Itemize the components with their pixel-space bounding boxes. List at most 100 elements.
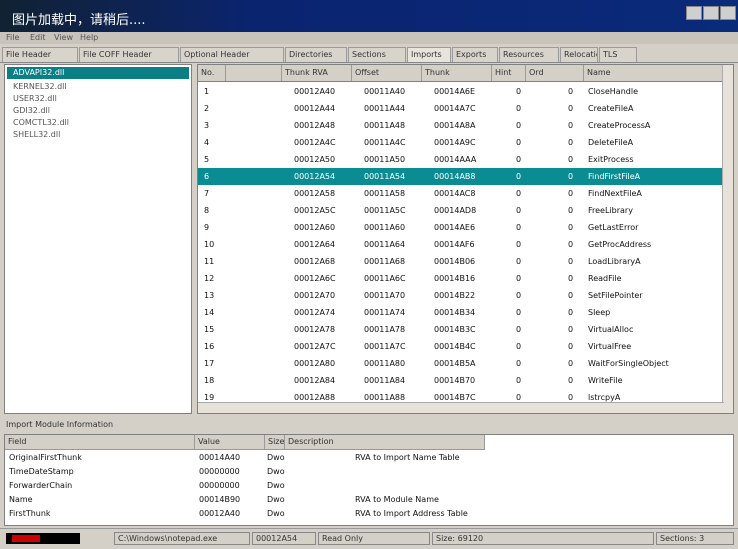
tab-tls[interactable]: TLS [599, 47, 637, 62]
maximize-button[interactable] [703, 6, 719, 20]
cell-rva: 00012A74 [294, 308, 336, 317]
tab-optional-header[interactable]: Optional Header [180, 47, 284, 62]
cell-ord: 0 [568, 257, 574, 266]
table-row[interactable]: 9 00012A60 00011A60 00014AE6 0 0 GetLastError [198, 219, 724, 236]
table-row[interactable]: 7 00012A58 00011A58 00014AC8 0 0 FindNextFileA [198, 185, 724, 202]
cell-hint: 0 [516, 155, 522, 164]
info-col-field[interactable]: Field [5, 435, 195, 449]
cell-offset: 00011A48 [364, 121, 406, 130]
cell-name: Sleep [588, 308, 611, 317]
cell-rva: 00012A64 [294, 240, 336, 249]
tab-relocations[interactable]: Relocations [560, 47, 598, 62]
info-col-size[interactable]: Size [265, 435, 285, 449]
cell-thunk: 00014AC8 [434, 189, 476, 198]
info-col-value[interactable]: Value [195, 435, 265, 449]
cell-ord: 0 [568, 155, 574, 164]
cell-hint: 0 [516, 257, 522, 266]
table-row[interactable]: 17 00012A80 00011A80 00014B5A 0 0 WaitForSingl… [198, 355, 724, 372]
cell-no: 15 [204, 325, 215, 334]
info-row[interactable]: TimeDateStamp 00000000 Dword [5, 465, 485, 479]
cell-thunk: 00014AD8 [434, 206, 477, 215]
info-cell-size: Dword [267, 509, 285, 518]
tab-directories[interactable]: Directories [285, 47, 347, 62]
table-row[interactable]: 2 00012A44 00011A44 00014A7C 0 0 CreateFileA [198, 100, 724, 117]
cell-hint: 0 [516, 87, 522, 96]
info-row[interactable]: OriginalFirstThunk 00014A40 Dword RVA to Im… [5, 451, 485, 465]
table-row[interactable]: 16 00012A7C 00011A7C 00014B4C 0 0 VirtualFree [198, 338, 724, 355]
info-cell-value: 00014A40 [199, 453, 241, 462]
info-row[interactable]: ForwarderChain 00000000 Dword [5, 479, 485, 493]
table-row[interactable]: 6 00012A54 00011A54 00014AB8 0 0 FindFirstFile… [198, 168, 724, 185]
vertical-scrollbar[interactable] [722, 65, 733, 413]
tree-item[interactable]: COMCTL32.dll [13, 117, 69, 129]
tab-imports[interactable]: Imports [407, 47, 451, 62]
info-cell-size: Dword [267, 453, 285, 462]
table-row[interactable]: 1 00012A40 00011A40 00014A6E 0 0 CloseHandle [198, 83, 724, 100]
info-row[interactable]: FirstThunk 00012A40 Dword RVA to Import Add… [5, 507, 485, 521]
tree-item[interactable]: KERNEL32.dll [13, 81, 67, 93]
cell-rva: 00012A5C [294, 206, 336, 215]
cell-ord: 0 [568, 240, 574, 249]
col-thunk-rva[interactable]: Thunk RVA [282, 65, 352, 81]
close-button[interactable] [720, 6, 736, 20]
tab-exports[interactable]: Exports [452, 47, 498, 62]
tab-coff-header[interactable]: File COFF Header [79, 47, 179, 62]
col-ord[interactable]: Ord [526, 65, 584, 81]
table-row[interactable]: 12 00012A6C 00011A6C 00014B16 0 0 ReadFile [198, 270, 724, 287]
info-cell-size: Dword [267, 481, 285, 490]
col-blank[interactable] [226, 65, 282, 81]
cell-hint: 0 [516, 308, 522, 317]
info-cell-desc [355, 479, 483, 493]
tab-file-header[interactable]: File Header [2, 47, 78, 62]
cell-no: 7 [204, 189, 210, 198]
cell-no: 12 [204, 274, 215, 283]
cell-thunk: 00014AAA [434, 155, 477, 164]
cell-hint: 0 [516, 172, 522, 181]
cell-rva: 00012A54 [294, 172, 336, 181]
col-offset[interactable]: Offset [352, 65, 422, 81]
tree-item-selected[interactable]: ADVAPI32.dll [7, 67, 189, 79]
menu-edit[interactable]: Edit [30, 33, 46, 42]
menu-view[interactable]: View [54, 33, 73, 42]
table-row[interactable]: 14 00012A74 00011A74 00014B34 0 0 Sleep [198, 304, 724, 321]
table-row[interactable]: 8 00012A5C 00011A5C 00014AD8 0 0 FreeLibrary [198, 202, 724, 219]
bottom-panel-label: Import Module Information [6, 420, 114, 429]
cell-rva: 00012A58 [294, 189, 336, 198]
tab-resources[interactable]: Resources [499, 47, 559, 62]
cell-name: DeleteFileA [588, 138, 634, 147]
info-col-description[interactable]: Description [285, 435, 485, 449]
info-cell-desc: RVA to Module Name [355, 495, 439, 504]
cell-name: FindNextFileA [588, 189, 642, 198]
menu-file[interactable]: File [6, 33, 19, 42]
minimize-button[interactable] [686, 6, 702, 20]
info-cell-value: 00000000 [199, 467, 240, 476]
col-name[interactable]: Name [584, 65, 724, 81]
tree-item[interactable]: USER32.dll [13, 93, 57, 105]
imports-grid: No. Thunk RVA Offset Thunk Hint Ord Name… [197, 64, 734, 414]
info-row[interactable]: Name 00014B90 Dword RVA to Module Name [5, 493, 485, 507]
col-no[interactable]: No. [198, 65, 226, 81]
tree-item[interactable]: SHELL32.dll [13, 129, 60, 141]
table-row[interactable]: 11 00012A68 00011A68 00014B06 0 0 LoadLibraryA [198, 253, 724, 270]
cell-offset: 00011A7C [364, 342, 406, 351]
cell-no: 6 [204, 172, 210, 181]
table-row[interactable]: 10 00012A64 00011A64 00014AF6 0 0 GetProcAddre… [198, 236, 724, 253]
cell-rva: 00012A40 [294, 87, 336, 96]
table-row[interactable]: 13 00012A70 00011A70 00014B22 0 0 SetFilePoint… [198, 287, 724, 304]
col-hint[interactable]: Hint [492, 65, 526, 81]
tree-item[interactable]: GDI32.dll [13, 105, 50, 117]
info-cell-field: FirstThunk [9, 509, 51, 518]
tab-sections[interactable]: Sections [348, 47, 406, 62]
table-row[interactable]: 5 00012A50 00011A50 00014AAA 0 0 ExitProcess [198, 151, 724, 168]
table-row[interactable]: 18 00012A84 00011A84 00014B70 0 0 WriteFile [198, 372, 724, 389]
cell-hint: 0 [516, 189, 522, 198]
cell-name: CloseHandle [588, 87, 639, 96]
col-thunk[interactable]: Thunk [422, 65, 492, 81]
info-cell-desc: RVA to Import Name Table [355, 453, 460, 462]
info-cell-value: 00000000 [199, 481, 240, 490]
table-row[interactable]: 4 00012A4C 00011A4C 00014A9C 0 0 DeleteFileA [198, 134, 724, 151]
menu-help[interactable]: Help [80, 33, 98, 42]
table-row[interactable]: 15 00012A78 00011A78 00014B3C 0 0 VirtualAlloc [198, 321, 724, 338]
table-row[interactable]: 3 00012A48 00011A48 00014A8A 0 0 CreateProcess… [198, 117, 724, 134]
horizontal-scrollbar[interactable] [198, 402, 724, 413]
